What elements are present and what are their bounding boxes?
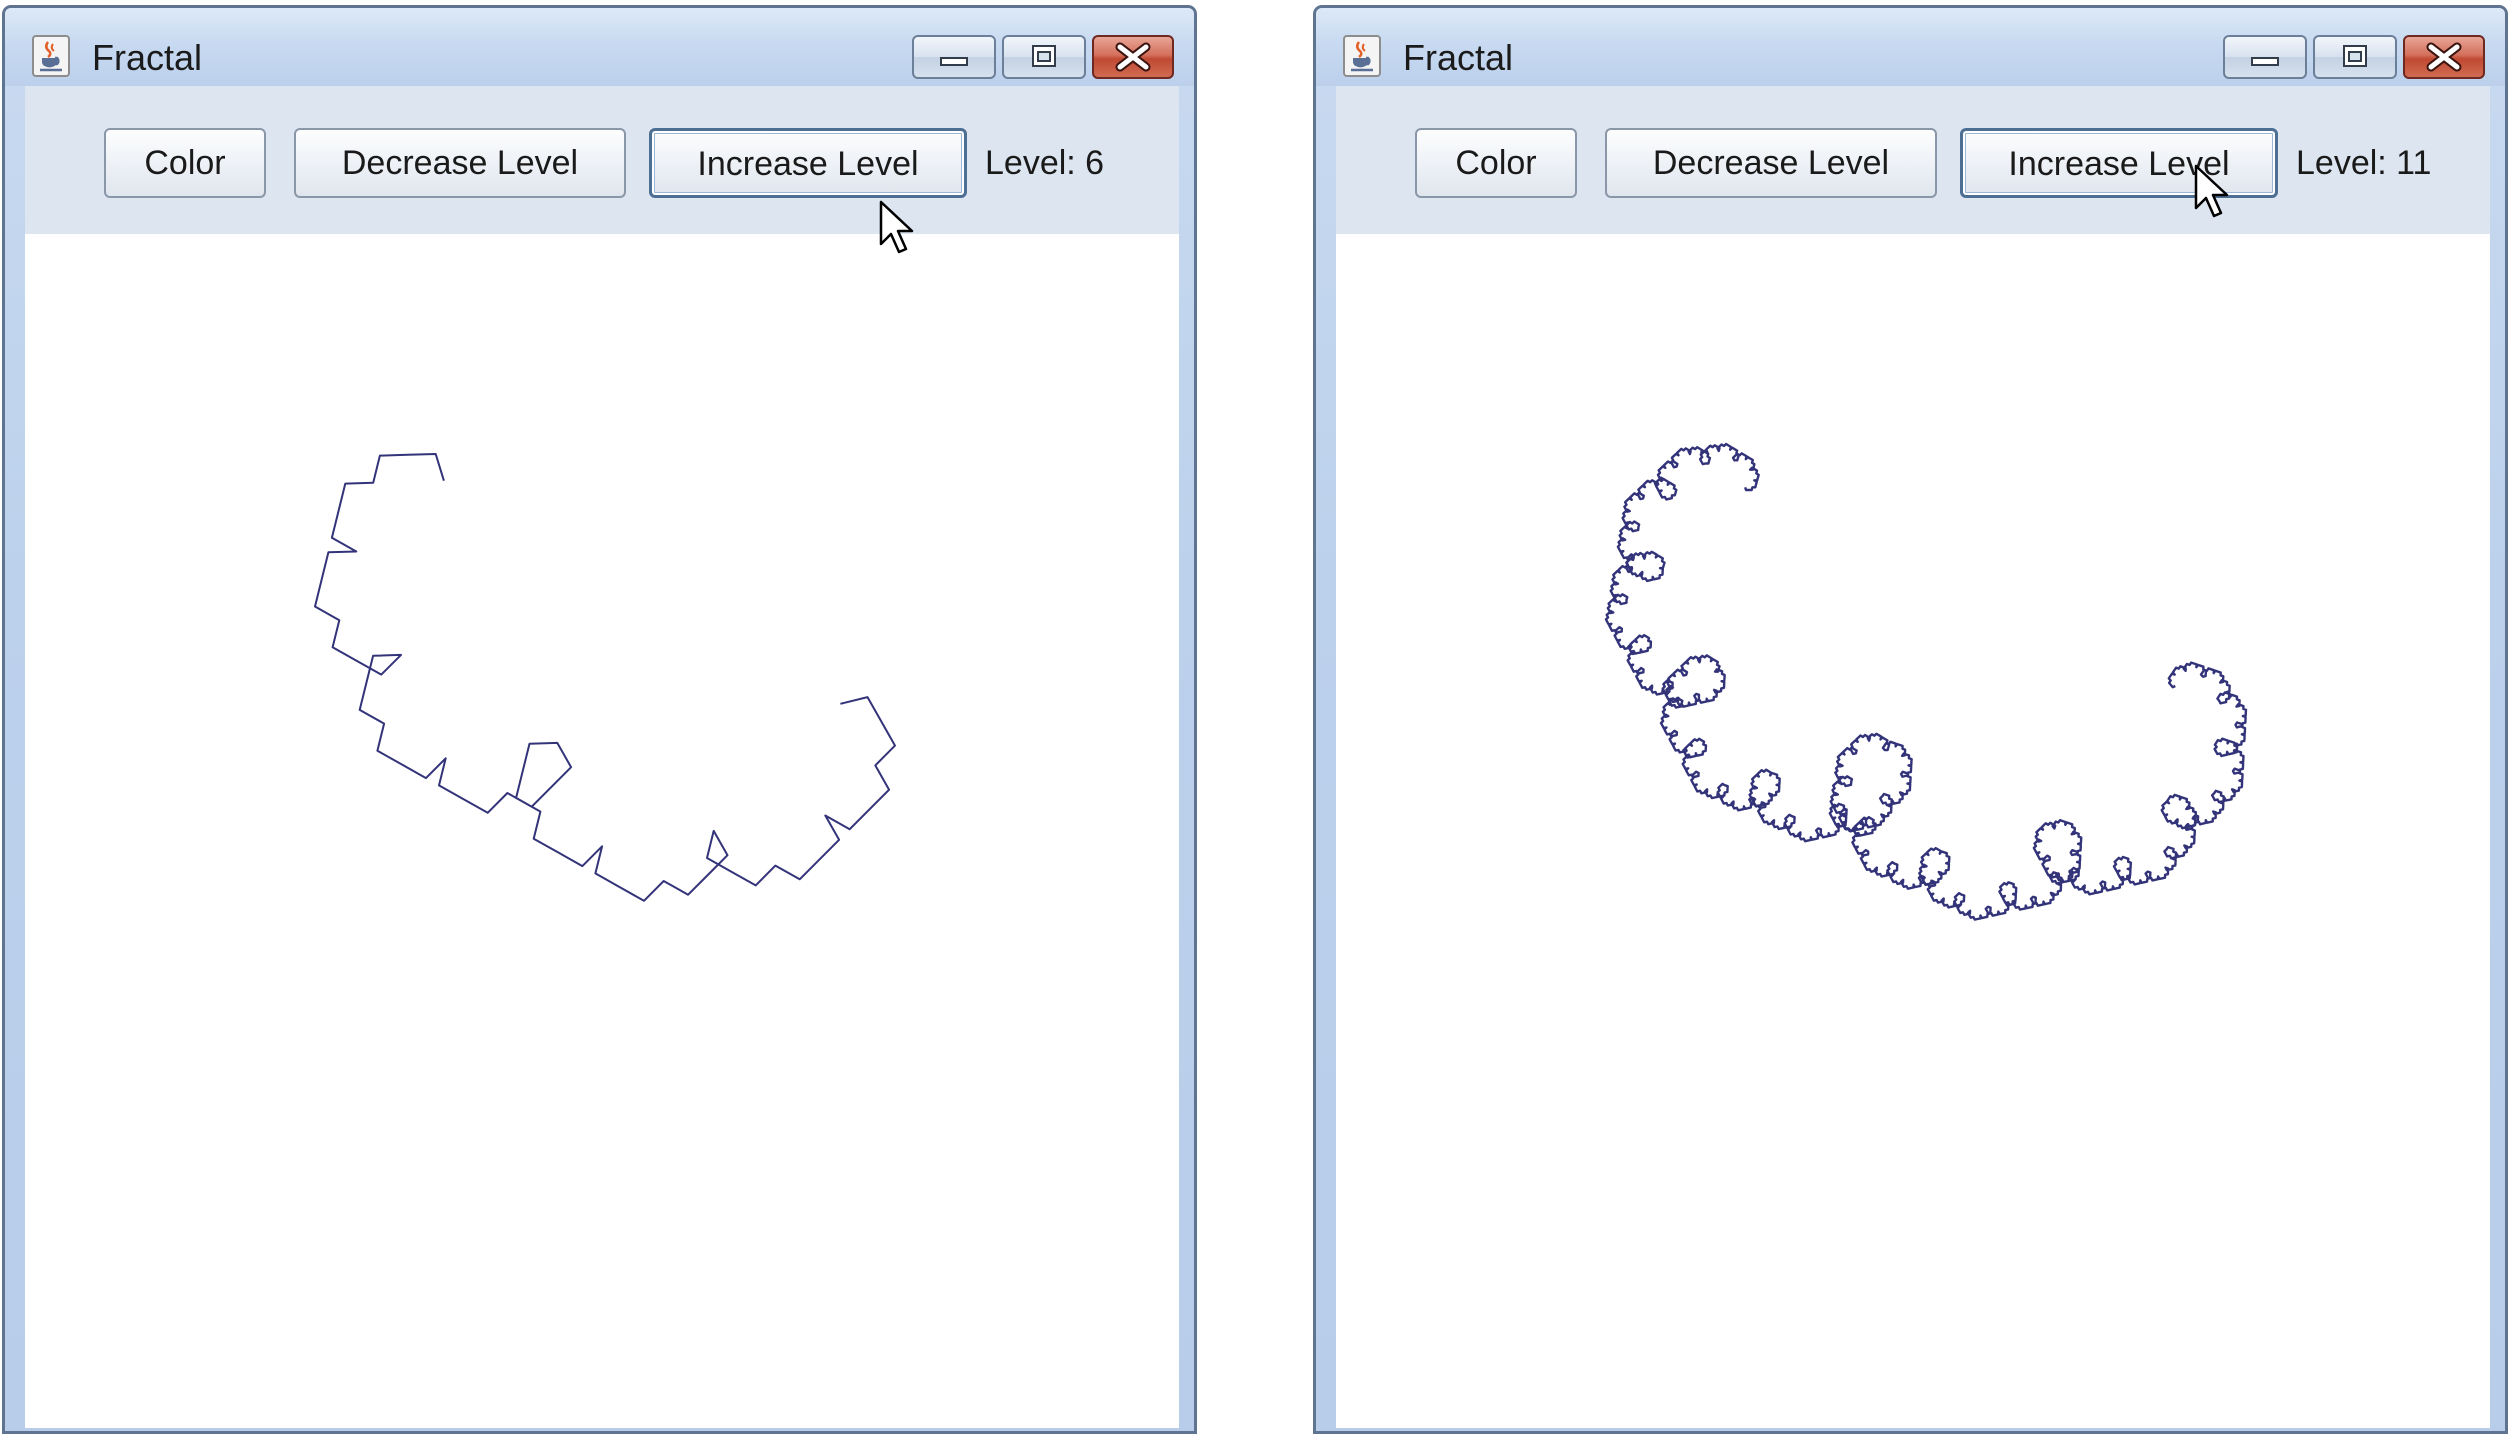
java-cup-icon [32,35,70,77]
color-button[interactable]: Color [1415,128,1577,198]
fractal-curve [1604,442,2248,921]
minimize-button[interactable] [912,35,996,79]
fractal-window-level-6: Fractal Color Decrease Level Increase Le… [2,5,1197,1434]
close-icon [1115,42,1151,72]
color-button[interactable]: Color [104,128,266,198]
mouse-pointer-icon [2194,164,2229,218]
decrease-level-button[interactable]: Decrease Level [294,128,626,198]
content-pane: Color Decrease Level Increase Level Leve… [25,86,1179,1428]
maximize-button[interactable] [1002,35,1086,79]
level-label: Level: 11 [2296,144,2432,182]
title-bar[interactable]: Fractal [1316,8,2505,86]
close-icon [2426,42,2462,72]
java-cup-icon [1343,35,1381,77]
minimize-button[interactable] [2223,35,2307,79]
fractal-canvas [25,234,1179,1428]
minimize-icon [940,57,968,66]
toolbar: Color Decrease Level Increase Level Leve… [25,86,1179,234]
mouse-pointer-icon [879,200,914,254]
window-title: Fractal [1403,37,1514,78]
window-title: Fractal [92,37,203,78]
level-label: Level: 6 [985,144,1105,182]
fractal-drawing [1604,442,2248,921]
maximize-icon [2343,45,2367,67]
decrease-level-button[interactable]: Decrease Level [1605,128,1937,198]
fractal-drawing [314,453,896,902]
close-button[interactable] [1092,35,1174,79]
content-pane: Color Decrease Level Increase Level Leve… [1336,86,2490,1428]
title-bar[interactable]: Fractal [5,8,1194,86]
close-button[interactable] [2403,35,2485,79]
toolbar: Color Decrease Level Increase Level Leve… [1336,86,2490,234]
maximize-icon [1032,45,1056,67]
fractal-canvas [1336,234,2490,1428]
fractal-curve [314,453,896,902]
increase-level-button[interactable]: Increase Level [649,128,967,198]
minimize-icon [2251,57,2279,66]
fractal-window-level-11: Fractal Color Decrease Level Increase Le… [1313,5,2508,1434]
maximize-button[interactable] [2313,35,2397,79]
